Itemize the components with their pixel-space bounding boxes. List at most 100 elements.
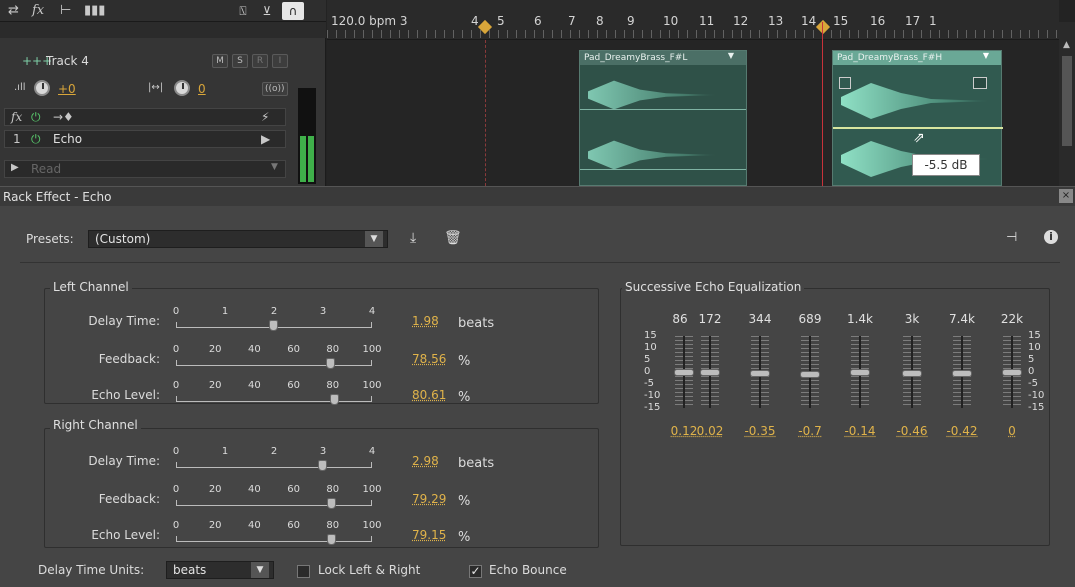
delay-units-dropdown[interactable]: beats ▼ xyxy=(166,561,274,579)
automation-expand-icon[interactable]: ▶ xyxy=(11,162,19,173)
waveform-right xyxy=(588,140,718,170)
delay-slider-thumb[interactable] xyxy=(269,320,279,331)
slider-scale-label: 0 xyxy=(172,306,180,317)
pan-value[interactable]: 0 xyxy=(198,82,206,96)
eq-band-value[interactable]: 0.12 xyxy=(671,424,698,438)
meter-icon[interactable]: ▮▮▮ xyxy=(84,3,105,19)
routing-icon[interactable]: ⊣ xyxy=(1006,230,1017,245)
feedback-slider-thumb[interactable] xyxy=(327,498,337,509)
echo-slider-thumb[interactable] xyxy=(329,394,339,405)
chevron-down-icon[interactable]: ▼ xyxy=(251,562,269,578)
eq-band-value[interactable]: 0 xyxy=(1008,424,1016,438)
eq-band-value[interactable]: -0.42 xyxy=(946,424,977,438)
eq-band-thumb[interactable] xyxy=(674,368,694,376)
effect-expand-icon[interactable]: ▶ xyxy=(261,132,270,146)
send-icon[interactable]: ⊢ xyxy=(60,3,71,19)
info-icon[interactable]: i xyxy=(1044,230,1058,244)
echo-slider[interactable] xyxy=(176,396,372,402)
eq-band-slider[interactable] xyxy=(750,336,770,408)
solo-button[interactable]: S xyxy=(232,54,248,68)
pan-knob[interactable] xyxy=(174,80,190,96)
clip-left[interactable]: Pad_DreamyBrass_F#L ▼ xyxy=(579,50,747,186)
pre-post-icon[interactable]: →♦ xyxy=(53,110,74,124)
echo-bounce-checkbox[interactable]: ✓ xyxy=(469,565,482,578)
record-arm-icon[interactable]: ⊻ xyxy=(256,2,278,20)
eq-band-thumb[interactable] xyxy=(952,370,972,377)
eq-band-slider[interactable] xyxy=(1002,336,1022,408)
lock-left-right-checkbox[interactable] xyxy=(297,565,310,578)
vertical-scrollbar[interactable]: ▲ xyxy=(1059,22,1075,186)
input-monitor-icon[interactable]: ⍂ xyxy=(232,2,254,20)
delete-preset-icon[interactable]: 🗑 xyxy=(444,230,462,246)
eq-band-slider[interactable] xyxy=(952,336,972,408)
mute-button[interactable]: M xyxy=(212,54,228,68)
automation-dropdown-icon[interactable]: ▼ xyxy=(271,162,278,172)
eq-band-thumb[interactable] xyxy=(800,370,820,378)
save-preset-icon[interactable]: ⤓ xyxy=(410,230,416,246)
slider-scale-label: 0 xyxy=(172,446,180,457)
playhead[interactable] xyxy=(822,22,823,186)
feedback-slider[interactable] xyxy=(176,360,372,366)
feedback-slider-thumb[interactable] xyxy=(325,358,335,369)
echo-bounce-label: Echo Bounce xyxy=(489,563,567,577)
effect-window-titlebar[interactable]: Rack Effect - Echo × xyxy=(0,186,1075,206)
feedback-value[interactable]: 79.29 xyxy=(412,492,446,506)
track-header: +++ Track 4 M S R I .ıll +0 |↔| 0 ((o)) … xyxy=(0,22,326,186)
ruler-number: 10 xyxy=(663,14,679,28)
volume-value[interactable]: +0 xyxy=(58,82,76,96)
delay-value[interactable]: 2.98 xyxy=(412,454,439,468)
eq-band-thumb[interactable] xyxy=(700,368,720,376)
clip-menu-icon[interactable]: ▼ xyxy=(728,51,734,60)
eq-band-thumb[interactable] xyxy=(902,370,922,378)
eq-band-slider[interactable] xyxy=(850,336,870,408)
track-name[interactable]: Track 4 xyxy=(46,54,89,68)
eq-band-value[interactable]: -0.7 xyxy=(798,424,821,438)
eq-band-thumb[interactable] xyxy=(1002,369,1022,376)
eq-band-value[interactable]: -0.46 xyxy=(896,424,927,438)
volume-knob[interactable] xyxy=(34,80,50,96)
monitor-input-button[interactable]: I xyxy=(272,54,288,68)
echo-slider-thumb[interactable] xyxy=(327,534,337,545)
close-icon[interactable]: × xyxy=(1059,189,1073,203)
eq-band-slider[interactable] xyxy=(800,336,820,408)
volume-icon: .ıll xyxy=(14,82,26,93)
echo-value[interactable]: 79.15 xyxy=(412,528,446,542)
eq-band-thumb[interactable] xyxy=(750,369,770,377)
eq-band-slider[interactable] xyxy=(674,336,694,408)
eq-band-slider[interactable] xyxy=(902,336,922,408)
echo-value[interactable]: 80.61 xyxy=(412,388,446,402)
fx-icon[interactable]: fx xyxy=(32,3,44,19)
timeline-ruler[interactable]: 120.0 bpm 3 4 5 6 7 8 9 10 11 12 13 14 15 16 17 1 xyxy=(327,0,1059,42)
eq-band-value[interactable]: -0.35 xyxy=(744,424,775,438)
delay-value[interactable]: 1.98 xyxy=(412,314,439,328)
eq-band-thumb[interactable] xyxy=(850,369,870,377)
track-lane[interactable]: Pad_DreamyBrass_F#L ▼ Pad_DreamyBrass_F#… xyxy=(327,40,1059,186)
feedback-slider[interactable] xyxy=(176,500,372,506)
fade-in-handle-icon[interactable] xyxy=(839,77,851,89)
delay-slider-thumb[interactable] xyxy=(318,460,328,471)
record-arm-button[interactable]: R xyxy=(252,54,268,68)
headphones-icon[interactable]: ∩ xyxy=(282,2,304,20)
eq-band-value[interactable]: 0.02 xyxy=(697,424,724,438)
effect-slot[interactable]: 1 ⏻ Echo ▶ xyxy=(4,130,286,148)
fade-out-handle-icon[interactable] xyxy=(973,77,987,89)
rack-power-icon[interactable]: ⏻ xyxy=(31,110,41,125)
scroll-up-icon[interactable]: ▲ xyxy=(1063,40,1070,50)
echo-slider[interactable] xyxy=(176,536,372,542)
effect-power-icon[interactable]: ⏻ xyxy=(31,132,41,147)
volume-tooltip: -5.5 dB xyxy=(912,154,980,176)
fx-lightning-icon[interactable]: ⚡ xyxy=(261,110,269,124)
feedback-value[interactable]: 78.56 xyxy=(412,352,446,366)
swap-icon[interactable]: ⇄ xyxy=(8,3,19,19)
automation-mode[interactable]: Read xyxy=(31,162,61,176)
eq-band-slider[interactable] xyxy=(700,336,720,408)
presets-dropdown[interactable]: (Custom) ▼ xyxy=(88,230,388,248)
track-toolbar: ⇄ fx ⊢ ▮▮▮ ⍂ ⊻ ∩ xyxy=(0,0,326,22)
clip-menu-icon[interactable]: ▼ xyxy=(983,51,989,60)
stereo-icon[interactable]: ((o)) xyxy=(262,82,288,96)
volume-envelope[interactable] xyxy=(833,127,1003,129)
slider-scale-label: 0 xyxy=(172,344,180,355)
eq-band-value[interactable]: -0.14 xyxy=(844,424,875,438)
delay-slider[interactable] xyxy=(176,462,372,468)
chevron-down-icon[interactable]: ▼ xyxy=(365,231,383,247)
